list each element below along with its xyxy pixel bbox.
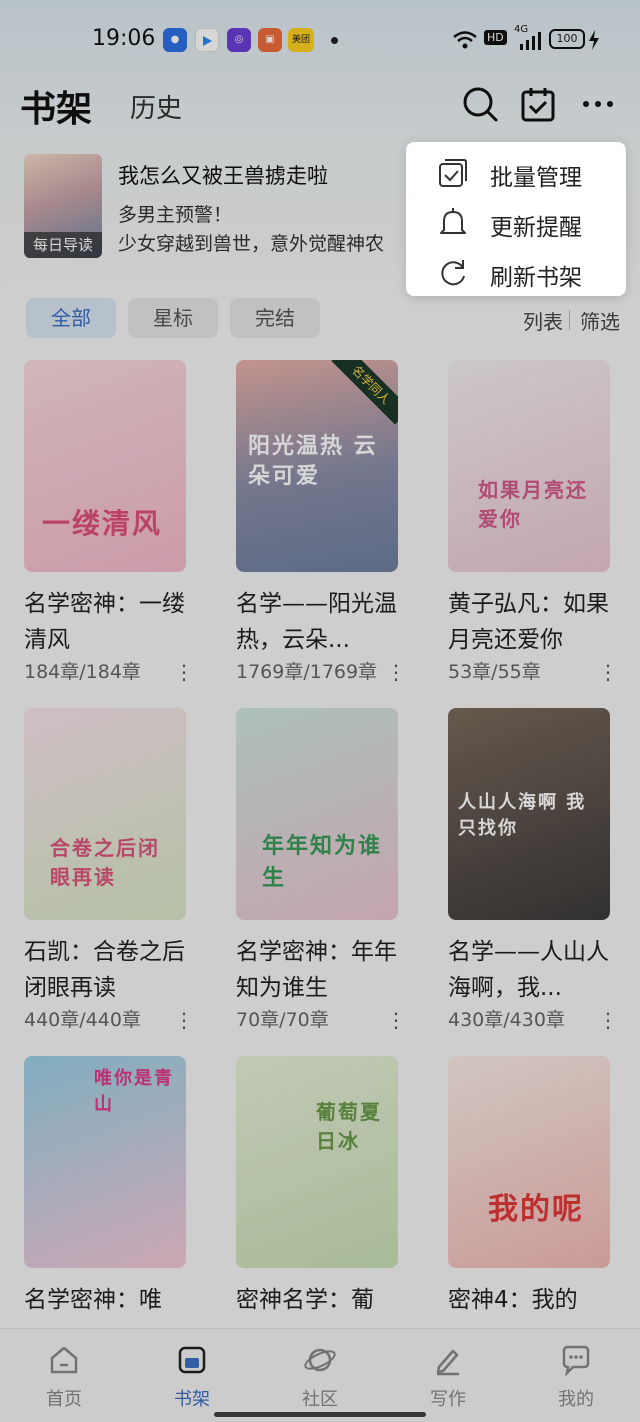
menu-label: 更新提醒 [490, 215, 582, 241]
more-menu-popup: 批量管理 更新提醒 刷新书架 [406, 142, 626, 296]
menu-item-update-reminder[interactable]: 更新提醒 [406, 196, 626, 246]
home-indicator[interactable] [214, 1412, 426, 1417]
bell-icon [440, 208, 466, 234]
menu-item-refresh-shelf[interactable]: 刷新书架 [406, 246, 626, 296]
menu-item-batch-manage[interactable]: 批量管理 [406, 146, 626, 196]
batch-manage-icon [439, 159, 467, 187]
refresh-icon [441, 260, 465, 286]
menu-label: 刷新书架 [490, 265, 582, 291]
menu-label: 批量管理 [490, 165, 582, 191]
